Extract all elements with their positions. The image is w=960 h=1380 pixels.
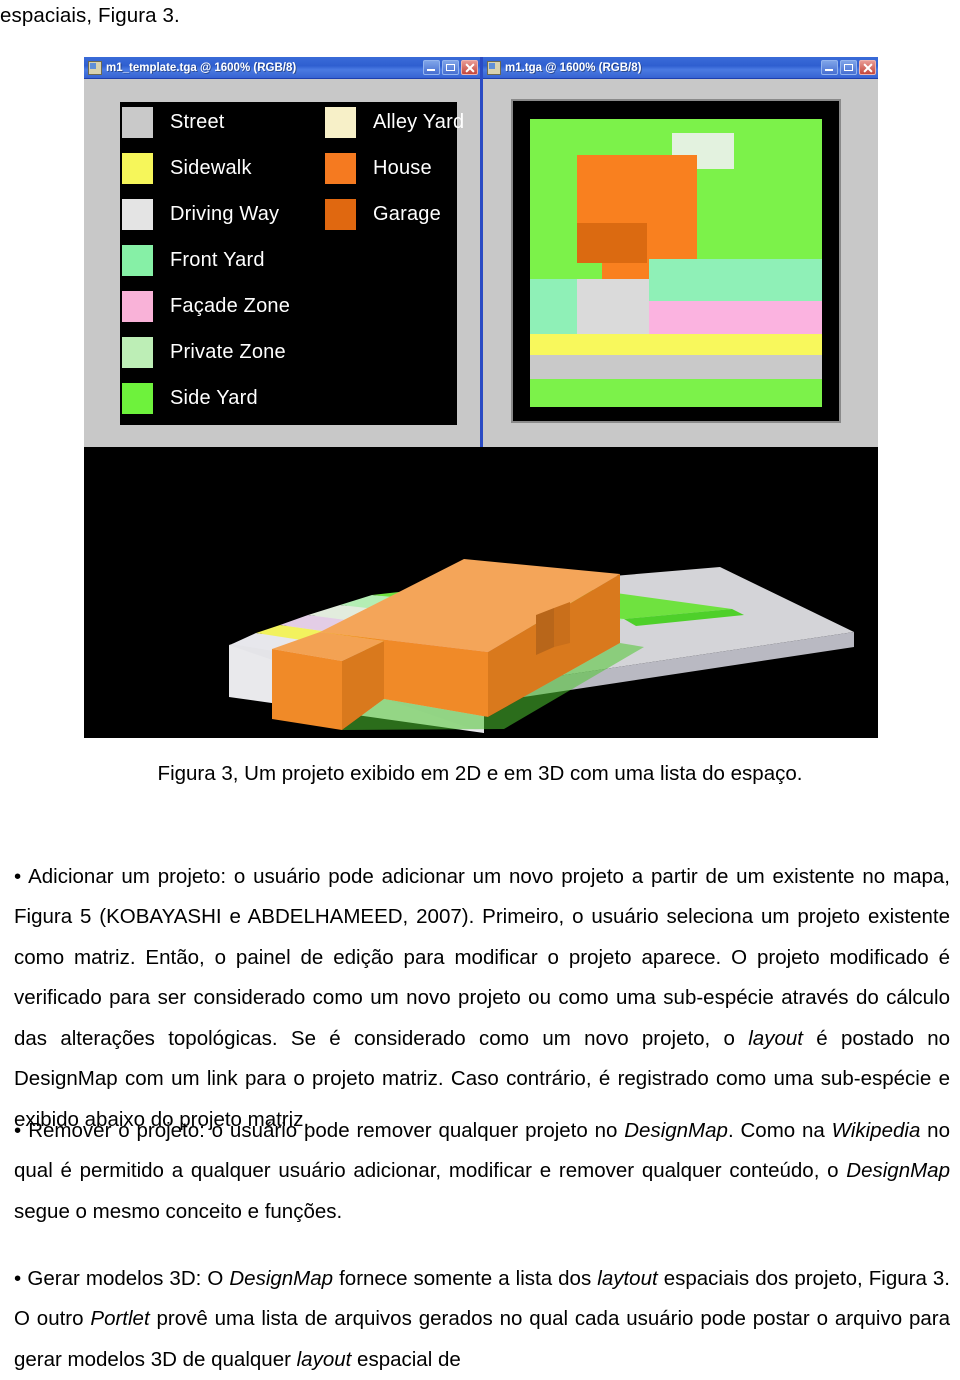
legend-item-garage: Garage — [325, 194, 441, 234]
plan-zone-sidewalk — [530, 334, 822, 355]
legend-label-facade-zone: Façade Zone — [170, 295, 290, 318]
legend-label-sidewalk: Sidewalk — [170, 157, 252, 180]
legend-swatch-house — [325, 153, 356, 184]
window-title-right: m1.tga @ 1600% (RGB/8) — [505, 62, 821, 74]
para3-em-designmap: DesignMap — [229, 1267, 333, 1290]
plan-zone-facade-zone — [649, 301, 822, 334]
plan-zone-street — [530, 355, 822, 379]
para1-text-a: Adicionar um projeto: o usuário pode adi… — [14, 865, 950, 1050]
para3-text-b: fornece somente a lista dos — [333, 1267, 597, 1290]
legend-item-side-yard: Side Yard — [122, 378, 258, 418]
para2-em-wikipedia: Wikipedia — [832, 1119, 921, 1142]
legend-swatch-alley-yard — [325, 107, 356, 138]
legend-swatch-facade-zone — [122, 291, 153, 322]
paragraph-remove-project: • Remover o projeto: o usuário pode remo… — [14, 1111, 950, 1233]
legend-swatch-front-yard — [122, 245, 153, 276]
legend-swatch-side-yard — [122, 383, 153, 414]
plan-image-frame — [511, 99, 841, 423]
legend-item-front-yard: Front Yard — [122, 240, 265, 280]
page-header-continuation: espaciais, Figura 3. — [0, 2, 180, 30]
maximize-icon[interactable] — [840, 60, 857, 75]
paragraph-generate-3d: • Gerar modelos 3D: O DesignMap fornece … — [14, 1259, 950, 1380]
paragraph-add-project: • Adicionar um projeto: o usuário pode a… — [14, 857, 950, 1141]
legend-label-house: House — [373, 157, 432, 180]
window-titlebar-left[interactable]: m1_template.tga @ 1600% (RGB/8) — [84, 57, 480, 79]
garage-front — [272, 649, 342, 730]
legend-item-sidewalk: Sidewalk — [122, 148, 252, 188]
para3-text-e: espacial de — [351, 1348, 460, 1371]
legend-label-side-yard: Side Yard — [170, 387, 258, 410]
window-title-left: m1_template.tga @ 1600% (RGB/8) — [106, 62, 423, 74]
figure-caption: Figura 3, Um projeto exibido em 2D e em … — [0, 760, 960, 788]
legend-swatch-street — [122, 107, 153, 138]
legend-item-street: Street — [122, 102, 225, 142]
window-controls-left[interactable] — [423, 60, 478, 75]
para2-em-designmap-1: DesignMap — [624, 1119, 728, 1142]
plan-zone-garage — [577, 223, 647, 263]
close-icon[interactable] — [461, 60, 478, 75]
legend-item-facade-zone: Façade Zone — [122, 286, 290, 326]
photoshop-document-icon — [88, 61, 102, 75]
plan-canvas — [530, 119, 822, 407]
para2-text-d: segue o mesmo conceito e funções. — [14, 1200, 342, 1223]
viewport-3d-render — [84, 447, 878, 738]
legend-label-garage: Garage — [373, 203, 441, 226]
legend-item-house: House — [325, 148, 432, 188]
legend-canvas: Street Sidewalk Driving Way Front Yard F… — [120, 102, 457, 425]
plan-zone-side-yard — [530, 279, 577, 334]
photoshop-document-icon — [487, 61, 501, 75]
legend-label-driving-way: Driving Way — [170, 203, 279, 226]
plan-zone-front-yard — [649, 259, 822, 301]
plan-zone-private-zone — [577, 279, 649, 334]
para1-em-layout: layout — [748, 1027, 803, 1050]
para3-text-a: Gerar modelos 3D: O — [21, 1267, 229, 1290]
model-3d-svg — [84, 447, 878, 738]
legend-label-private-zone: Private Zone — [170, 341, 286, 364]
window-m1-template[interactable]: m1_template.tga @ 1600% (RGB/8) Street S… — [84, 57, 480, 447]
house-notch-side — [554, 602, 570, 647]
para3-em-laytout: laytout — [597, 1267, 657, 1290]
legend-item-driving-way: Driving Way — [122, 194, 279, 234]
window-titlebar-right[interactable]: m1.tga @ 1600% (RGB/8) — [483, 57, 878, 79]
legend-label-street: Street — [170, 111, 225, 134]
legend-swatch-driving-way — [122, 199, 153, 230]
close-icon[interactable] — [859, 60, 876, 75]
para3-text-d: provê uma lista de arquivos gerados no q… — [14, 1307, 950, 1371]
legend-swatch-sidewalk — [122, 153, 153, 184]
photoshop-windows-row: m1_template.tga @ 1600% (RGB/8) Street S… — [84, 57, 878, 447]
figure-3: m1_template.tga @ 1600% (RGB/8) Street S… — [84, 57, 878, 738]
para3-em-portlet: Portlet — [90, 1307, 149, 1330]
window-m1[interactable]: m1.tga @ 1600% (RGB/8) — [480, 57, 878, 447]
maximize-icon[interactable] — [442, 60, 459, 75]
minimize-icon[interactable] — [423, 60, 440, 75]
legend-item-alley-yard: Alley Yard — [325, 102, 464, 142]
para2-text-a: Remover o projeto: o usuário pode remove… — [21, 1119, 624, 1142]
para3-em-layout: layout — [297, 1348, 352, 1371]
para2-em-designmap-2: DesignMap — [846, 1159, 950, 1182]
legend-swatch-private-zone — [122, 337, 153, 368]
window-controls-right[interactable] — [821, 60, 876, 75]
house-notch — [536, 608, 554, 655]
legend-label-alley-yard: Alley Yard — [373, 111, 464, 134]
legend-swatch-garage — [325, 199, 356, 230]
para2-text-b: . Como na — [728, 1119, 832, 1142]
minimize-icon[interactable] — [821, 60, 838, 75]
legend-item-private-zone: Private Zone — [122, 332, 286, 372]
legend-label-front-yard: Front Yard — [170, 249, 265, 272]
